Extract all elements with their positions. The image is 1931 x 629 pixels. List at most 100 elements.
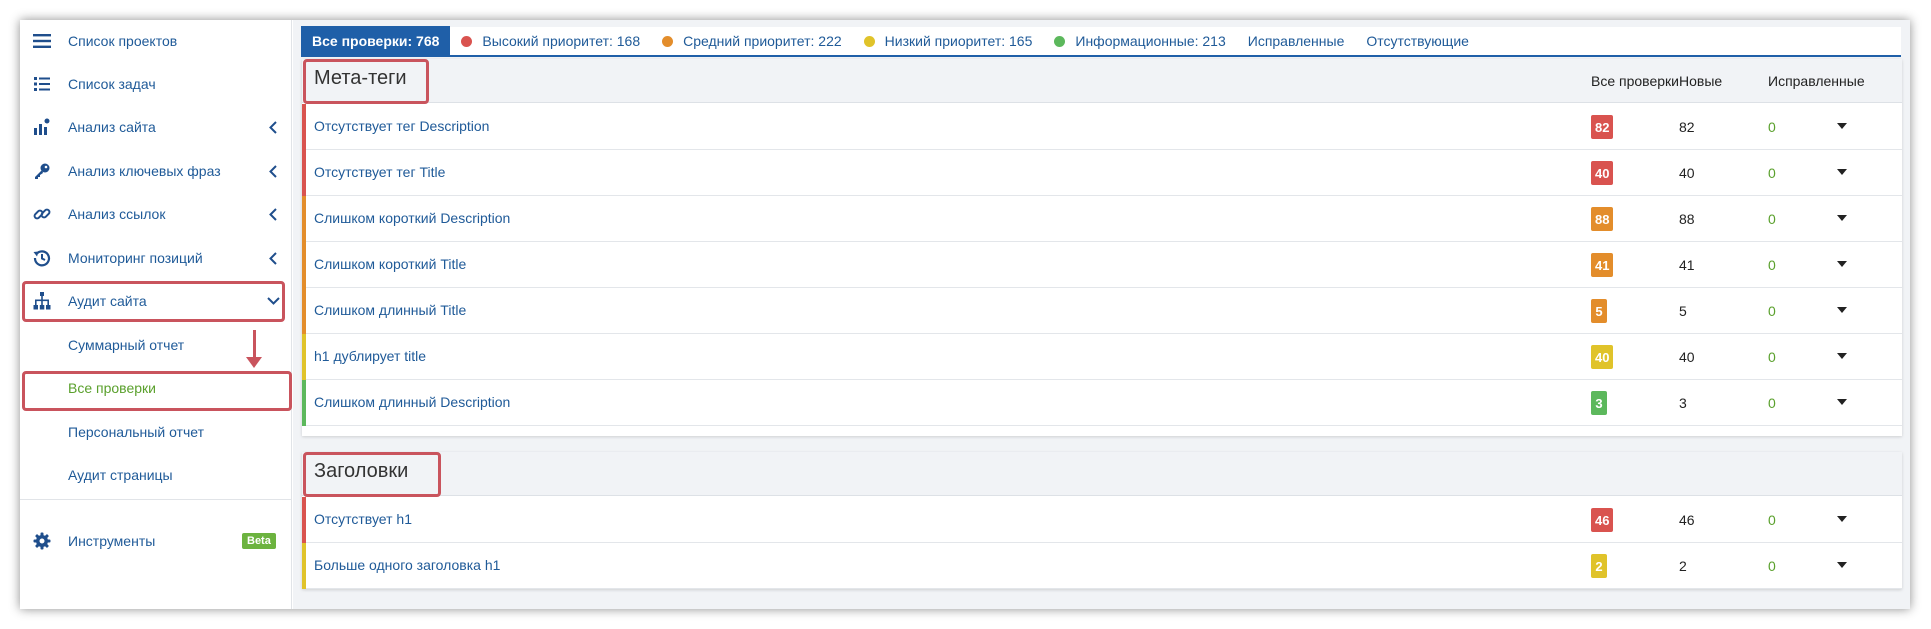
table-row[interactable]: h1 дублирует title 40 40 0 (302, 334, 1902, 380)
table-row[interactable]: Слишком короткий Description 88 88 0 (302, 196, 1902, 242)
count-badge: 46 (1591, 508, 1614, 532)
new-count: 40 (1679, 349, 1695, 365)
priority-bar (302, 497, 306, 543)
main-content: Все проверки: 768 Высокий приоритет: 168… (293, 20, 1910, 609)
sidebar-subitem-personal-report[interactable]: Персональный отчет (20, 414, 292, 450)
new-count: 41 (1679, 257, 1695, 273)
sidebar-item-label: Анализ ссылок (68, 206, 166, 222)
sidebar-item-label: Инструменты (68, 533, 156, 549)
fixed-count: 0 (1768, 165, 1776, 181)
sidebar-item-label: Анализ ключевых фраз (68, 163, 221, 179)
sidebar-item-keyword-analysis[interactable]: Анализ ключевых фраз (20, 153, 292, 189)
count-badge: 5 (1591, 299, 1607, 323)
priority-bar (302, 543, 306, 589)
app-window: Список проектов Список задач Анализ сайт… (20, 20, 1910, 609)
count-badge: 3 (1591, 391, 1607, 415)
section-title: Заголовки (314, 460, 409, 482)
check-link[interactable]: Слишком короткий Description (314, 210, 510, 226)
sidebar-item-tasks[interactable]: Список задач (20, 66, 292, 102)
tab-informational[interactable]: Информационные: 213 (1043, 26, 1236, 56)
table-row[interactable]: Отсутствует тег Description 82 82 0 (302, 104, 1902, 150)
check-link[interactable]: Отсутствует h1 (314, 511, 412, 527)
sidebar-item-projects[interactable]: Список проектов (20, 23, 292, 59)
sidebar-subitem-all-checks[interactable]: Все проверки (20, 370, 292, 406)
tab-missing[interactable]: Отсутствующие (1355, 26, 1480, 56)
check-link[interactable]: Слишком длинный Description (314, 394, 510, 410)
section-meta-tags: Мета-теги Все проверки Новые Исправленны… (302, 59, 1902, 436)
caret-down-icon[interactable] (1837, 169, 1847, 175)
beta-badge: Beta (242, 533, 276, 549)
table-row[interactable]: Отсутствует тег Title 40 40 0 (302, 150, 1902, 196)
tab-medium-priority[interactable]: Средний приоритет: 222 (651, 26, 853, 56)
caret-down-icon[interactable] (1837, 261, 1847, 267)
caret-down-icon[interactable] (1837, 215, 1847, 221)
chevron-left-icon (266, 251, 280, 265)
filter-tabs: Все проверки: 768 Высокий приоритет: 168… (301, 26, 1901, 57)
sidebar-subitem-label: Аудит страницы (68, 467, 173, 483)
key-icon (32, 161, 52, 181)
sidebar-item-position-monitoring[interactable]: Мониторинг позиций (20, 240, 292, 276)
new-count: 40 (1679, 165, 1695, 181)
chevron-left-icon (266, 120, 280, 134)
green-dot-icon (1054, 35, 1066, 47)
tab-fixed[interactable]: Исправленные (1237, 26, 1356, 56)
caret-down-icon[interactable] (1837, 307, 1847, 313)
fixed-count: 0 (1768, 395, 1776, 411)
tab-label: Исправленные (1247, 33, 1345, 49)
column-header-new: Новые (1679, 73, 1723, 89)
sidebar-item-site-audit[interactable]: Аудит сайта (20, 283, 292, 319)
sidebar-subitem-label: Суммарный отчет (68, 337, 185, 353)
priority-bar (302, 334, 306, 380)
sidebar-subitem-page-audit[interactable]: Аудит страницы (20, 457, 292, 493)
fixed-count: 0 (1768, 349, 1776, 365)
chevron-down-icon (266, 294, 280, 308)
new-count: 2 (1679, 558, 1687, 574)
caret-down-icon[interactable] (1837, 562, 1847, 568)
table-row[interactable]: Слишком короткий Title 41 41 0 (302, 242, 1902, 288)
caret-down-icon[interactable] (1837, 123, 1847, 129)
table-row[interactable]: Слишком длинный Title 5 5 0 (302, 288, 1902, 334)
count-badge: 40 (1591, 161, 1614, 185)
table-row[interactable]: Больше одного заголовка h1 2 2 0 (302, 543, 1902, 589)
check-link[interactable]: Отсутствует тег Title (314, 164, 445, 180)
table-row[interactable]: Слишком длинный Description 3 3 0 (302, 380, 1902, 426)
sidebar-item-link-analysis[interactable]: Анализ ссылок (20, 196, 292, 232)
list-icon (32, 74, 52, 94)
red-dot-icon (461, 35, 473, 47)
new-count: 3 (1679, 395, 1687, 411)
new-count: 46 (1679, 512, 1695, 528)
priority-bar (302, 196, 306, 242)
fixed-count: 0 (1768, 211, 1776, 227)
chevron-left-icon (266, 164, 280, 178)
check-link[interactable]: Слишком длинный Title (314, 302, 466, 318)
sidebar-item-label: Анализ сайта (68, 119, 156, 135)
section-header: Мета-теги Все проверки Новые Исправленны… (302, 59, 1902, 103)
check-link[interactable]: Больше одного заголовка h1 (314, 557, 500, 573)
link-icon (32, 204, 52, 224)
gear-icon (32, 531, 52, 551)
fixed-count: 0 (1768, 558, 1776, 574)
tab-all-checks[interactable]: Все проверки: 768 (301, 26, 451, 56)
caret-down-icon[interactable] (1837, 516, 1847, 522)
sidebar: Список проектов Список задач Анализ сайт… (20, 20, 292, 609)
count-badge: 82 (1591, 115, 1614, 139)
tab-low-priority[interactable]: Низкий приоритет: 165 (853, 26, 1044, 56)
section-header: Заголовки (302, 452, 1902, 496)
fixed-count: 0 (1768, 119, 1776, 135)
caret-down-icon[interactable] (1837, 353, 1847, 359)
table-row[interactable]: Отсутствует h1 46 46 0 (302, 497, 1902, 543)
fixed-count: 0 (1768, 303, 1776, 319)
check-link[interactable]: Отсутствует тег Description (314, 118, 489, 134)
caret-down-icon[interactable] (1837, 399, 1847, 405)
check-link[interactable]: Слишком короткий Title (314, 256, 466, 272)
sidebar-item-site-analysis[interactable]: Анализ сайта (20, 109, 292, 145)
column-header-all: Все проверки (1591, 73, 1679, 89)
fixed-count: 0 (1768, 512, 1776, 528)
check-link[interactable]: h1 дублирует title (314, 348, 426, 364)
count-badge: 41 (1591, 253, 1614, 277)
annotation-arrow-head (246, 357, 262, 368)
sitemap-icon (32, 291, 52, 311)
tab-high-priority[interactable]: Высокий приоритет: 168 (450, 26, 651, 56)
sidebar-subitem-label: Персональный отчет (68, 424, 204, 440)
priority-bar (302, 288, 306, 334)
